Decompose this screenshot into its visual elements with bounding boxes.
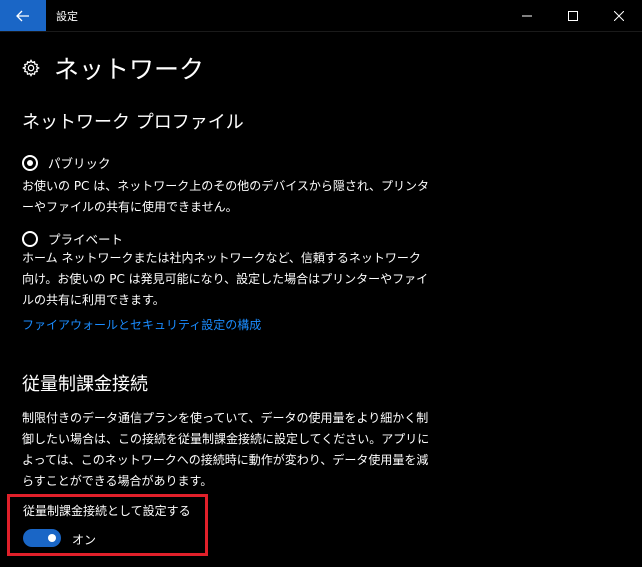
metered-toggle-label: 従量制課金接続として設定する (23, 504, 191, 518)
private-description: ホーム ネットワークまたは社内ネットワークなど、信頼するネットワーク向け。お使い… (22, 251, 429, 307)
firewall-settings-link[interactable]: ファイアウォールとセキュリティ設定の構成 (22, 316, 261, 333)
page-title: ネットワーク (54, 55, 205, 84)
radio-private[interactable]: プライベート (22, 229, 123, 248)
maximize-icon (568, 10, 578, 21)
page-header: ネットワーク (22, 50, 204, 86)
public-description: お使いの PC は、ネットワーク上のその他のデバイスから隠され、プリンターやファ… (22, 179, 430, 214)
app-title: 設定 (56, 10, 78, 23)
back-button[interactable] (0, 0, 46, 31)
gear-icon (22, 59, 40, 77)
radio-button-public[interactable] (22, 154, 38, 171)
minimize-icon (522, 15, 532, 16)
metered-connection-heading: 従量制課金接続 (22, 374, 148, 395)
close-icon (614, 10, 624, 21)
title-bar: 設定 (0, 0, 642, 32)
maximize-button[interactable] (550, 0, 596, 31)
metered-description: 制限付きのデータ通信プランを使っていて、データの使用量をより細かく制御したい場合… (22, 411, 430, 488)
arrow-left-icon (16, 10, 29, 21)
metered-toggle[interactable] (23, 529, 61, 547)
radio-public-label: パブリック (48, 156, 111, 171)
minimize-button[interactable] (504, 0, 550, 31)
close-button[interactable] (596, 0, 642, 31)
toggle-state-text: オン (72, 533, 97, 547)
radio-private-label: プライベート (48, 232, 124, 247)
radio-public[interactable]: パブリック (22, 153, 111, 172)
radio-button-private[interactable] (22, 230, 38, 247)
toggle-knob (48, 534, 56, 542)
network-profile-heading: ネットワーク プロファイル (22, 112, 244, 133)
